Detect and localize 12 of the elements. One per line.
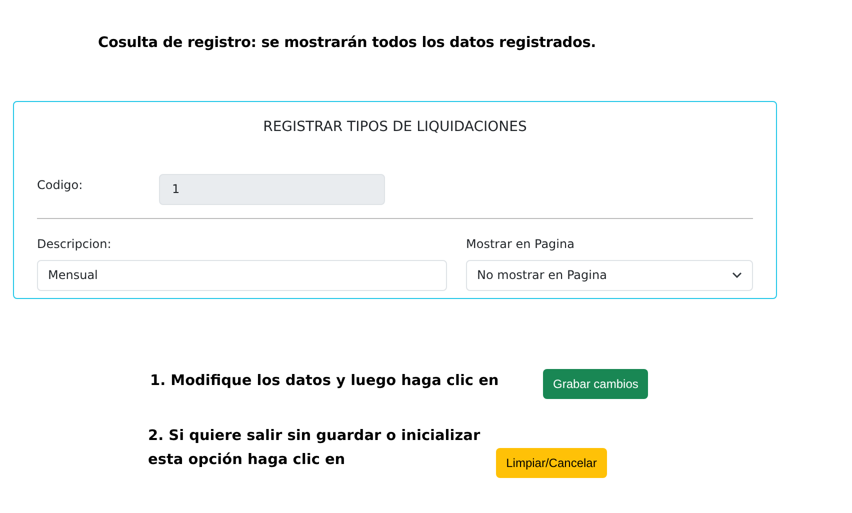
field-label: Descripcion:: [37, 236, 112, 253]
description-field[interactable]: Mensual: [37, 260, 447, 291]
page-heading: Cosulta de registro: se mostrarán todos los datos registrados.: [98, 34, 597, 53]
form-title: REGISTRAR TIPOS DE LIQUIDACIONES: [263, 118, 527, 137]
field-label: Codigo:: [37, 176, 84, 194]
step-instruction: 2. Si quiere salir sin guardar o inicializar esta opción haga clic en: [148, 426, 480, 470]
chevron-down-icon: [732, 272, 742, 278]
field-label: Mostrar en Pagina: [466, 236, 576, 253]
clear-button[interactable]: Limpiar/Cancelar: [496, 448, 607, 478]
save-button[interactable]: Grabar cambios: [543, 368, 648, 399]
step-instruction: 1. Modifique los datos y luego haga clic en: [150, 372, 500, 391]
display-select[interactable]: No mostrar en Pagina: [466, 260, 753, 291]
